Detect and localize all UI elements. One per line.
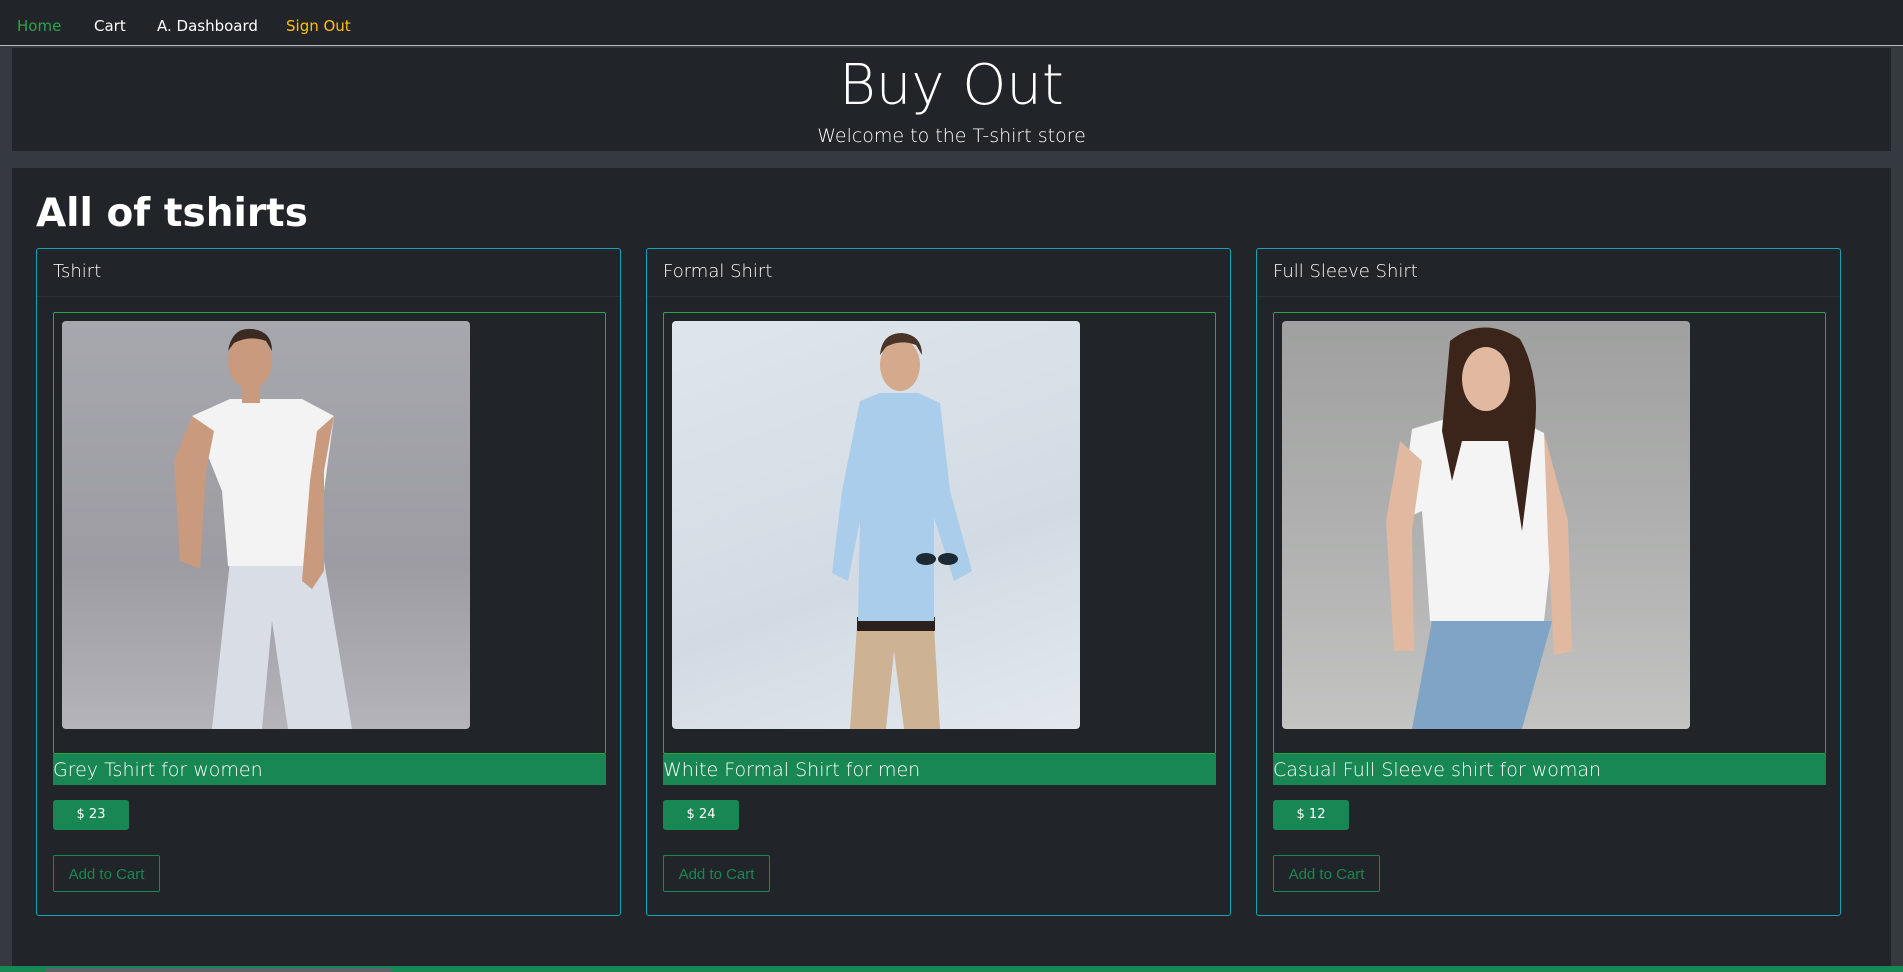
nav-link-home[interactable]: Home xyxy=(17,16,61,36)
product-image-frame xyxy=(1273,312,1826,754)
product-description: Casual Full Sleeve shirt for woman xyxy=(1273,759,1602,781)
nav-link-cart[interactable]: Cart xyxy=(94,16,126,36)
add-to-cart-button[interactable]: Add to Cart xyxy=(53,855,160,892)
top-navbar: Home Cart A. Dashboard Sign Out xyxy=(0,0,1903,46)
product-name: Tshirt xyxy=(53,261,102,282)
product-description: White Formal Shirt for men xyxy=(663,759,921,781)
horizontal-scrollbar[interactable] xyxy=(46,968,392,972)
section-heading: All of tshirts xyxy=(36,191,308,236)
product-section: All of tshirts Tshirt Grey Tshirt for wo… xyxy=(12,168,1891,968)
card-header: Formal Shirt xyxy=(647,249,1230,297)
product-name: Full Sleeve Shirt xyxy=(1273,261,1418,282)
price-badge: $ 12 xyxy=(1273,800,1349,830)
product-image xyxy=(62,321,470,729)
price-badge: $ 23 xyxy=(53,800,129,830)
product-description-bar: White Formal Shirt for men xyxy=(663,754,1216,785)
product-image xyxy=(672,321,1080,729)
page-subtitle: Welcome to the T-shirt store xyxy=(817,125,1086,147)
product-name: Formal Shirt xyxy=(663,261,773,282)
hero-banner: Buy Out Welcome to the T-shirt store xyxy=(12,48,1891,151)
product-image-frame xyxy=(53,312,606,754)
product-description-bar: Grey Tshirt for women xyxy=(53,754,606,785)
product-image-frame xyxy=(663,312,1216,754)
nav-link-admin-dashboard[interactable]: A. Dashboard xyxy=(157,16,258,36)
product-card: Full Sleeve Shirt Casual Full Sleeve shi… xyxy=(1256,248,1841,916)
product-card: Formal Shirt White Formal Shirt for men … xyxy=(646,248,1231,916)
price-badge: $ 24 xyxy=(663,800,739,830)
add-to-cart-button[interactable]: Add to Cart xyxy=(1273,855,1380,892)
card-header: Full Sleeve Shirt xyxy=(1257,249,1840,297)
nav-link-sign-out[interactable]: Sign Out xyxy=(286,16,351,36)
add-to-cart-button[interactable]: Add to Cart xyxy=(663,855,770,892)
product-image xyxy=(1282,321,1690,729)
card-header: Tshirt xyxy=(37,249,620,297)
product-card: Tshirt Grey Tshirt for women $ 23 Add to… xyxy=(36,248,621,916)
product-description-bar: Casual Full Sleeve shirt for woman xyxy=(1273,754,1826,785)
page-title: Buy Out xyxy=(839,53,1064,118)
product-description: Grey Tshirt for women xyxy=(53,759,263,781)
